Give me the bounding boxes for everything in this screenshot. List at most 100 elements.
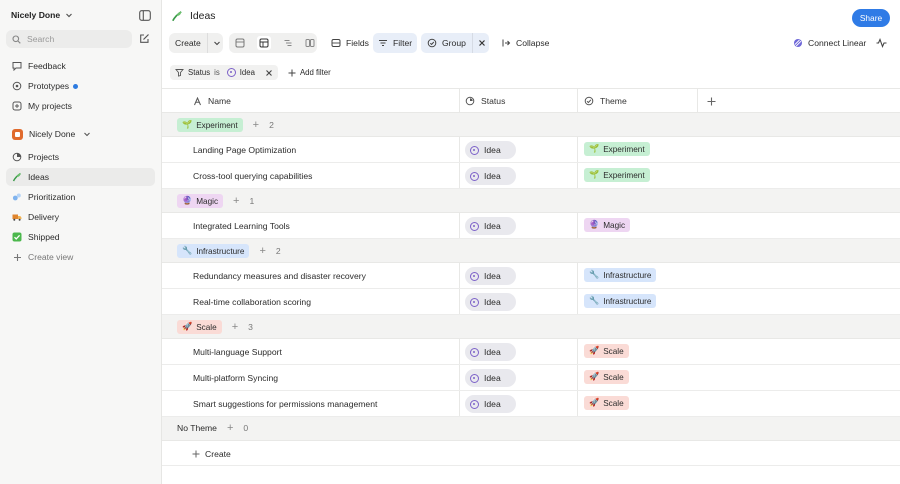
sidebar-toggle-icon[interactable] [139, 10, 151, 21]
sidebar-item-shipped[interactable]: Shipped [6, 228, 155, 246]
create-item-button[interactable]: Create [192, 449, 231, 459]
row-name: Redundancy measures and disaster recover… [193, 271, 366, 281]
compose-icon[interactable] [139, 33, 150, 44]
group-header-no-theme[interactable]: No Theme + 0 [162, 417, 900, 441]
add-filter-label: Add filter [299, 68, 331, 77]
collapse-button[interactable]: Collapse [497, 33, 553, 53]
status-pill[interactable]: Idea [465, 141, 516, 159]
wrench-icon: 🔧 [589, 270, 600, 279]
table-row[interactable]: Landing Page Optimization Idea 🌱 Experime… [162, 137, 900, 163]
add-item-button[interactable]: + [253, 119, 259, 131]
sidebar-item-feedback[interactable]: Feedback [6, 57, 155, 75]
board-view-icon[interactable] [235, 38, 245, 48]
table-row[interactable]: Redundancy measures and disaster recover… [162, 263, 900, 289]
status-pill[interactable]: Idea [465, 293, 516, 311]
page-title-text: Ideas [190, 10, 216, 22]
fields-label: Fields [346, 38, 369, 48]
create-view-button[interactable]: Create view [6, 248, 155, 266]
table-row[interactable]: Smart suggestions for permissions manage… [162, 391, 900, 417]
sidebar-item-projects[interactable]: Projects [6, 148, 155, 166]
chevron-down-icon[interactable] [213, 39, 221, 47]
status-label: Idea [484, 373, 501, 383]
status-pill[interactable]: Idea [465, 395, 516, 413]
filter-chip[interactable]: Status is Idea [170, 65, 278, 80]
search-input[interactable]: Search [6, 30, 132, 48]
filter-button[interactable]: Filter [373, 33, 418, 53]
column-header-status[interactable]: Status [465, 89, 505, 113]
group-button[interactable]: Group [421, 33, 489, 53]
add-item-button[interactable]: + [259, 245, 265, 257]
column-header-theme[interactable]: Theme [584, 89, 627, 113]
status-pill[interactable]: Idea [465, 217, 516, 235]
list-view-icon[interactable] [283, 38, 293, 48]
add-filter-button[interactable]: Add filter [283, 65, 336, 80]
add-item-button[interactable]: + [233, 195, 239, 207]
theme-tag[interactable]: 🚀 Scale [584, 396, 629, 410]
theme-tag[interactable]: 🚀 Scale [584, 370, 629, 384]
group-icon [427, 38, 437, 48]
status-pill[interactable]: Idea [465, 167, 516, 185]
table-row[interactable]: Multi-platform Syncing Idea 🚀 Scale [162, 365, 900, 391]
create-button[interactable]: Create [175, 33, 208, 53]
add-item-button[interactable]: + [232, 321, 238, 333]
search-icon [12, 34, 21, 44]
filter-field: Status [188, 68, 211, 77]
status-label: Idea [484, 271, 501, 281]
team-header[interactable]: Nicely Done [6, 125, 155, 143]
seedling-icon [171, 10, 183, 22]
sidebar-item-prototypes[interactable]: Prototypes [6, 77, 155, 95]
table-row[interactable]: Integrated Learning Tools Idea 🔮 Magic [162, 213, 900, 239]
table-row[interactable]: Multi-language Support Idea 🚀 Scale [162, 339, 900, 365]
theme-tag[interactable]: 🌱 Experiment [584, 142, 650, 156]
create-button-group: Create [169, 33, 223, 53]
close-icon[interactable] [478, 39, 486, 47]
theme-label: Scale [603, 372, 624, 382]
plus-icon [288, 69, 296, 77]
theme-tag[interactable]: 🚀 Scale [584, 344, 629, 358]
fields-button[interactable]: Fields [327, 33, 373, 53]
idea-status-icon [226, 68, 236, 77]
table-row[interactable]: Cross-tool querying capabilities Idea 🌱 E… [162, 163, 900, 189]
group-header-experiment[interactable]: 🌱 Experiment + 2 [162, 113, 900, 137]
add-column-button[interactable] [707, 89, 716, 113]
share-button[interactable]: Share [852, 9, 890, 27]
status-pill[interactable]: Idea [465, 369, 516, 387]
activity-icon[interactable] [874, 33, 889, 53]
idea-status-icon [470, 347, 479, 357]
sidebar-item-my-projects[interactable]: My projects [6, 97, 155, 115]
column-header-label: Theme [600, 96, 627, 106]
group-count: 1 [249, 196, 255, 206]
idea-status-icon [470, 171, 479, 181]
view-switcher [229, 33, 317, 53]
sidebar-item-delivery[interactable]: Delivery [6, 208, 155, 226]
status-pill[interactable]: Idea [465, 267, 516, 285]
idea-status-icon [470, 271, 479, 281]
idea-status-icon [470, 297, 479, 307]
table-row[interactable]: Real-time collaboration scoring Idea 🔧 In… [162, 289, 900, 315]
column-header-name[interactable]: Name [193, 89, 231, 113]
add-item-button[interactable]: + [227, 422, 233, 434]
sidebar-item-ideas[interactable]: Ideas [6, 168, 155, 186]
group-header-scale[interactable]: 🚀 Scale + 3 [162, 315, 900, 339]
crystal-ball-icon: 🔮 [182, 196, 193, 205]
sidebar-item-prioritization[interactable]: Prioritization [6, 188, 155, 206]
status-label: Idea [484, 171, 501, 181]
table-header: Name Status Theme [162, 88, 900, 113]
theme-tag[interactable]: 🔮 Magic [584, 218, 631, 232]
row-name: Integrated Learning Tools [193, 221, 290, 231]
status-pill[interactable]: Idea [465, 343, 516, 361]
theme-tag[interactable]: 🌱 Experiment [584, 168, 650, 182]
close-icon[interactable] [265, 69, 273, 77]
create-item-row[interactable]: Create [162, 441, 900, 466]
matrix-view-icon[interactable] [305, 38, 315, 48]
group-header-magic[interactable]: 🔮 Magic + 1 [162, 189, 900, 213]
theme-tag[interactable]: 🔧 Infrastructure [584, 294, 657, 308]
theme-tag[interactable]: 🔧 Infrastructure [584, 268, 657, 282]
connect-linear-button[interactable]: Connect Linear [789, 33, 870, 53]
status-label: Idea [484, 145, 501, 155]
name-column-icon [193, 96, 202, 106]
workspace-switcher[interactable]: Nicely Done [11, 10, 73, 20]
bubbles-icon [12, 192, 22, 202]
group-header-infrastructure[interactable]: 🔧 Infrastructure + 2 [162, 239, 900, 263]
table-view-icon[interactable] [257, 36, 271, 50]
